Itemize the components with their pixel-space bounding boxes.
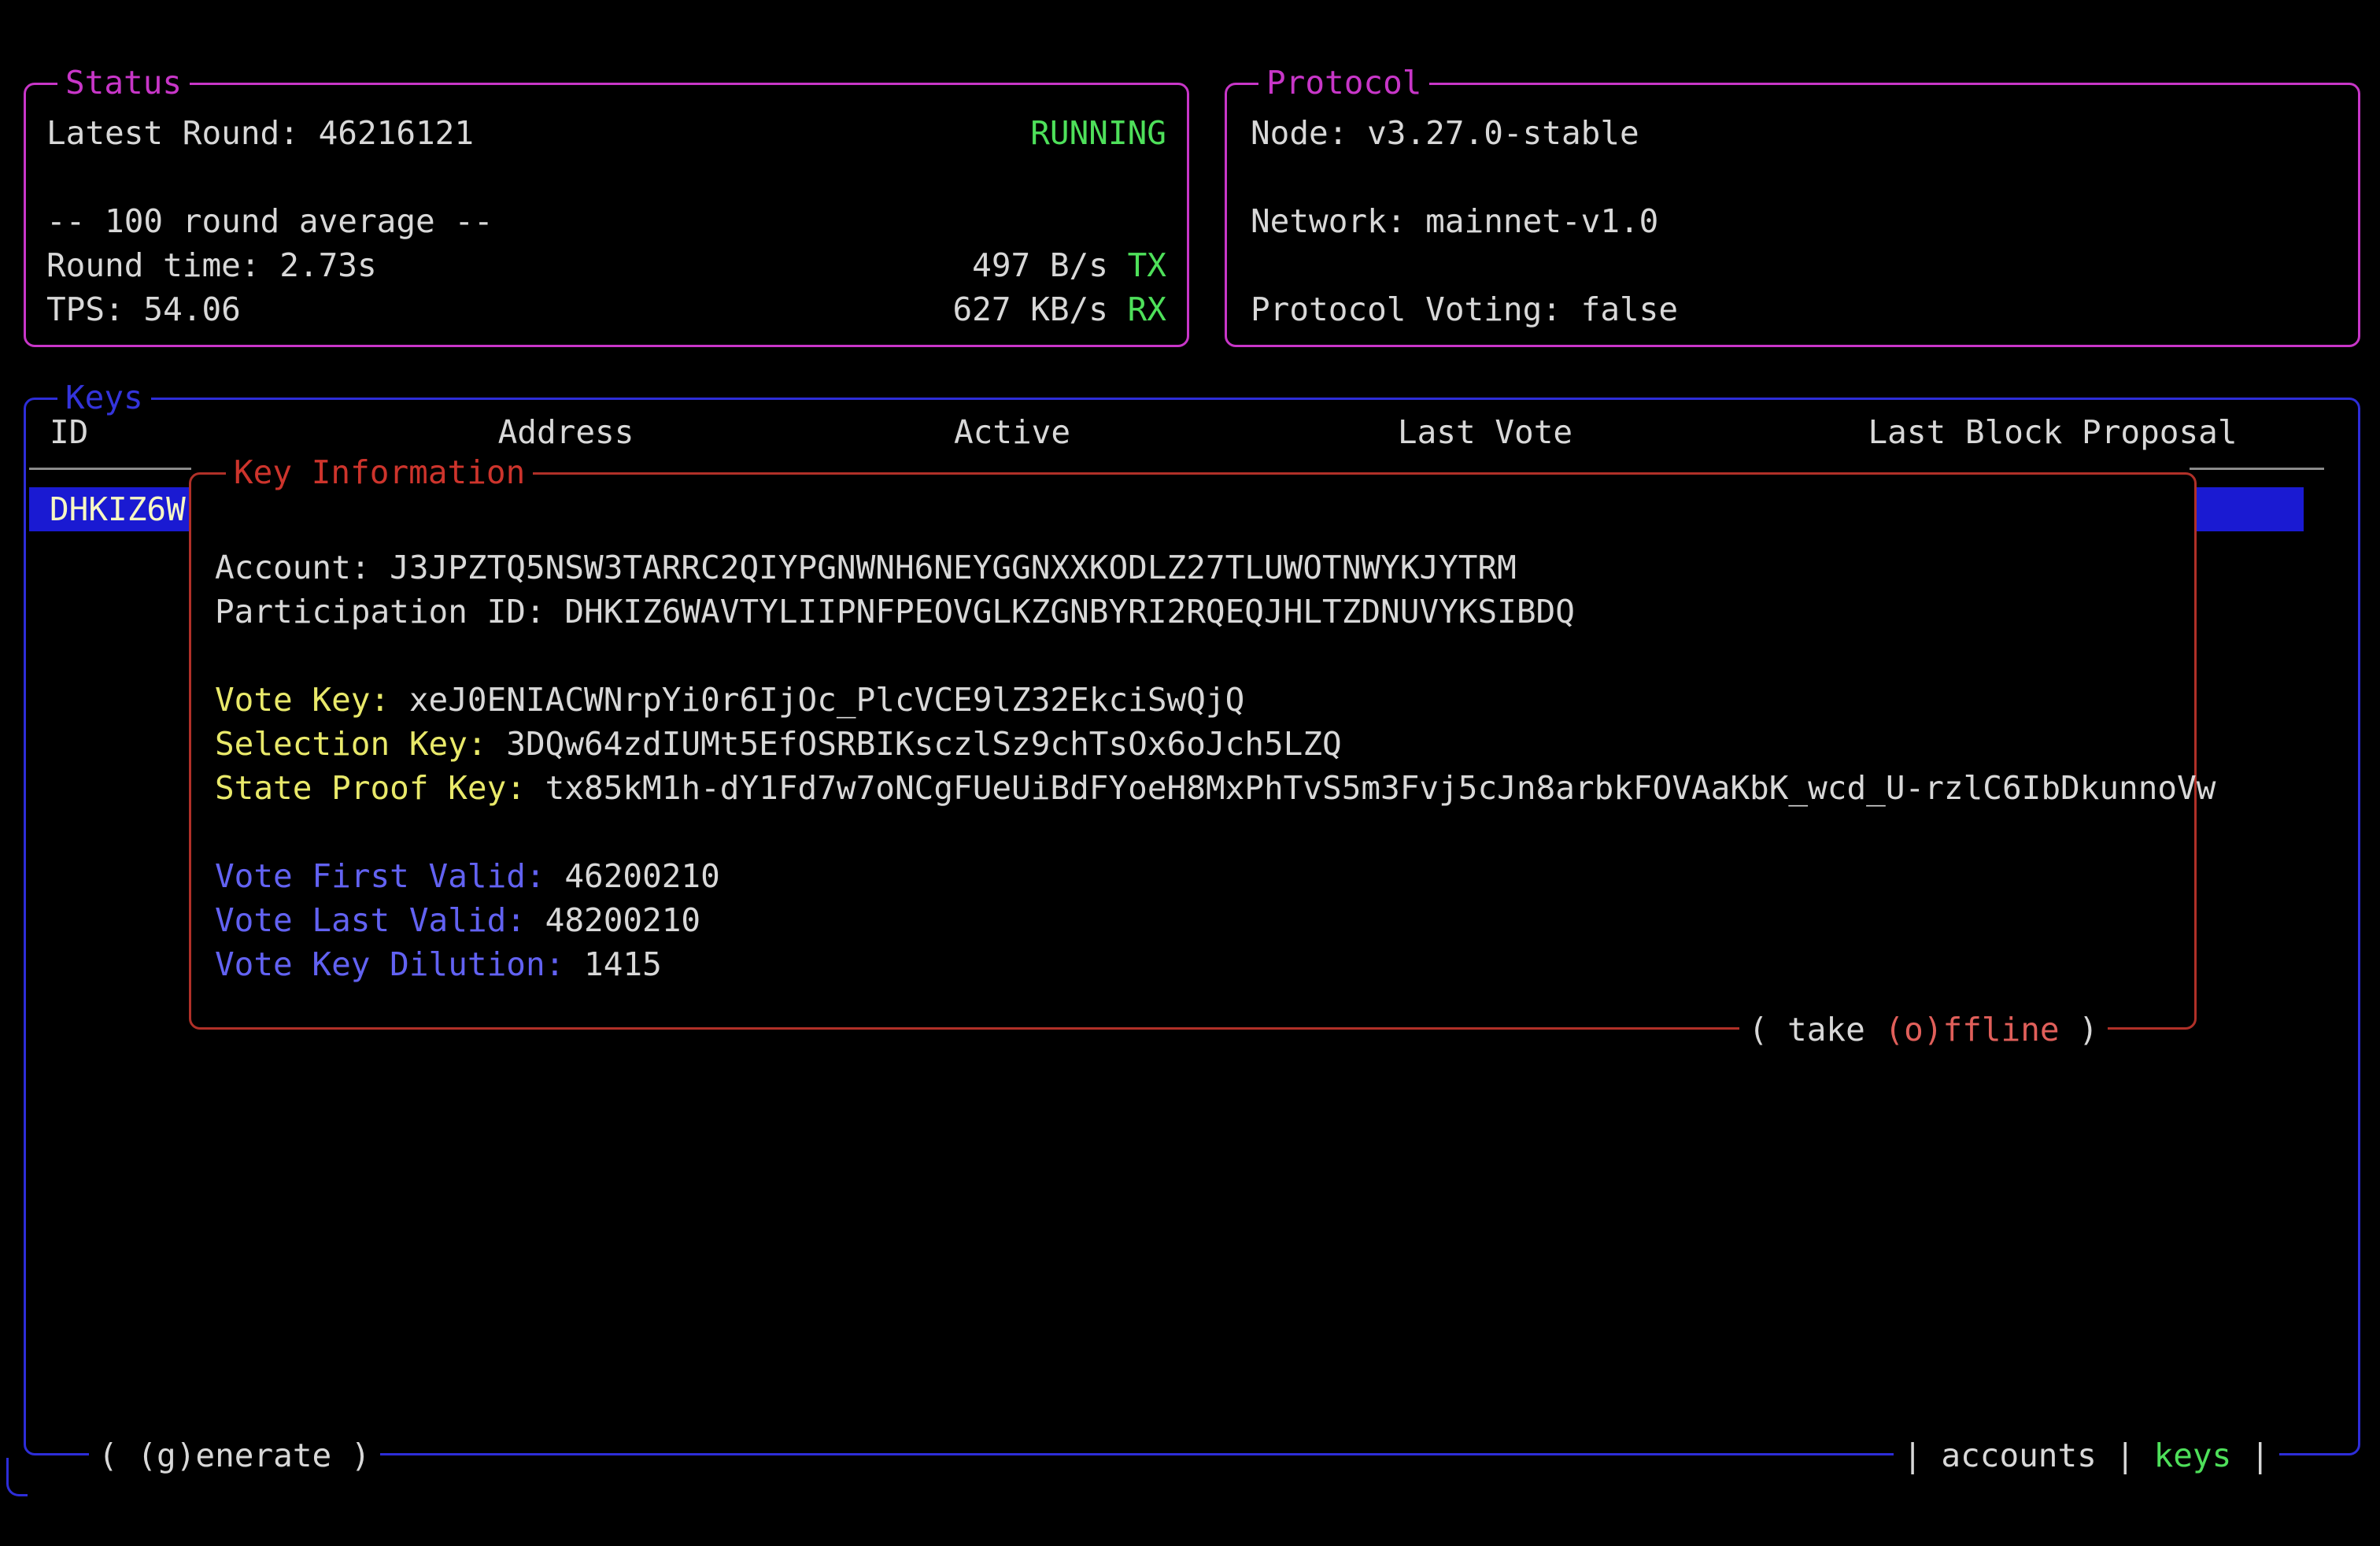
- account-line: Account: J3JPZTQ5NSW3TARRC2QIYPGNWNH6NEY…: [191, 546, 1517, 590]
- rx-rate-label: RX: [1128, 290, 1166, 328]
- protocol-panel-title: Protocol: [1258, 61, 1429, 105]
- take-offline-suffix: ): [2060, 1011, 2098, 1049]
- protocol-panel: Protocol Node: v3.27.0-stable Network: m…: [1225, 83, 2360, 347]
- protocol-voting-text: Protocol Voting: false: [1227, 287, 1678, 331]
- selection-key-value: 3DQw64zdIUMt5EfOSRBIKsczlSz9chTsOx6oJch5…: [506, 725, 1341, 763]
- selected-key-id: DHKIZ6W: [50, 487, 186, 531]
- tx-rate-value: 497 B/s: [972, 246, 1127, 284]
- node-state-badge: RUNNING: [1030, 111, 1166, 155]
- vote-first-valid-value: 46200210: [564, 857, 719, 895]
- rx-rate-value: 627 KB/s: [952, 290, 1127, 328]
- account-label: Account:: [215, 549, 370, 586]
- status-row-average-header: -- 100 round average --: [26, 199, 1187, 243]
- vote-first-valid-label: Vote First Valid:: [215, 857, 545, 895]
- state-proof-key-line: State Proof Key: tx85kM1h-dY1Fd7w7oNCgFU…: [191, 766, 2216, 810]
- selection-key-line: Selection Key: 3DQw64zdIUMt5EfOSRBIKsczl…: [191, 722, 1342, 766]
- round-average-header: -- 100 round average --: [46, 199, 493, 243]
- status-row-round-time: Round time: 2.73s 497 B/s TX: [26, 243, 1187, 287]
- key-information-dialog: Key Information Account: J3JPZTQ5NSW3TAR…: [189, 472, 2197, 1030]
- vote-key-dilution-label: Vote Key Dilution:: [215, 945, 564, 983]
- take-offline-button[interactable]: ( take (o)ffline ): [1739, 1008, 2108, 1052]
- keys-panel-corner-glyph: [6, 1458, 28, 1496]
- vote-last-valid-line: Vote Last Valid: 48200210: [191, 898, 700, 942]
- account-value: J3JPZTQ5NSW3TARRC2QIYPGNWNH6NEYGGNXXKODL…: [390, 549, 1517, 586]
- status-row-tps: TPS: 54.06 627 KB/s RX: [26, 287, 1187, 331]
- generate-button[interactable]: ( (g)enerate ): [89, 1433, 380, 1478]
- key-information-title: Key Information: [226, 450, 533, 494]
- tab-separator-left: |: [1903, 1433, 1923, 1478]
- column-header-active: Active: [954, 410, 1070, 454]
- tx-rate: 497 B/s TX: [972, 243, 1166, 287]
- vote-key-dilution-line: Vote Key Dilution: 1415: [191, 942, 662, 986]
- vote-first-valid-line: Vote First Valid: 46200210: [191, 854, 720, 898]
- round-time-text: Round time: 2.73s: [46, 243, 377, 287]
- tab-accounts[interactable]: accounts: [1922, 1433, 2115, 1478]
- column-header-id: ID: [50, 410, 88, 454]
- selection-key-label: Selection Key:: [215, 725, 487, 763]
- vote-last-valid-label: Vote Last Valid:: [215, 901, 526, 939]
- participation-id-line: Participation ID: DHKIZ6WAVTYLIIPNFPEOVG…: [191, 590, 1575, 634]
- vote-key-value: xeJ0ENIACWNrpYi0r6IjOc_PlcVCE9lZ32EkciSw…: [409, 681, 1244, 719]
- vote-key-line: Vote Key: xeJ0ENIACWNrpYi0r6IjOc_PlcVCE9…: [191, 678, 1244, 722]
- vote-last-valid-value: 48200210: [545, 901, 700, 939]
- status-panel: Status Latest Round: 46216121 RUNNING --…: [24, 83, 1189, 347]
- tab-separator-middle: |: [2116, 1433, 2135, 1478]
- latest-round-text: Latest Round: 46216121: [46, 111, 474, 155]
- status-panel-title: Status: [57, 61, 190, 105]
- tab-separator-right: |: [2250, 1433, 2270, 1478]
- tab-keys[interactable]: keys: [2135, 1433, 2251, 1478]
- column-header-last-vote: Last Vote: [1398, 410, 1572, 454]
- state-proof-key-value: tx85kM1h-dY1Fd7w7oNCgFUeUiBdFYoeH8MxPhTv…: [545, 769, 2216, 807]
- terminal-screen: Status Latest Round: 46216121 RUNNING --…: [0, 0, 2380, 1546]
- column-header-address: Address: [498, 410, 634, 454]
- state-proof-key-label: State Proof Key:: [215, 769, 526, 807]
- participation-id-label: Participation ID:: [215, 593, 545, 631]
- view-tabs: |accounts|keys|: [1894, 1433, 2279, 1478]
- tps-text: TPS: 54.06: [46, 287, 241, 331]
- node-version-text: Node: v3.27.0-stable: [1227, 111, 1639, 155]
- vote-key-dilution-value: 1415: [584, 945, 662, 983]
- tx-rate-label: TX: [1128, 246, 1166, 284]
- take-offline-hotkey: (o)ffline: [1884, 1011, 2059, 1049]
- vote-key-label: Vote Key:: [215, 681, 390, 719]
- take-offline-prefix: ( take: [1749, 1011, 1885, 1049]
- network-text: Network: mainnet-v1.0: [1227, 199, 1658, 243]
- status-row-latest-round: Latest Round: 46216121 RUNNING: [26, 111, 1187, 155]
- column-header-last-block-proposal: Last Block Proposal: [1868, 410, 2238, 454]
- participation-id-value: DHKIZ6WAVTYLIIPNFPEOVGLKZGNBYRI2RQEQJHLT…: [564, 593, 1575, 631]
- rx-rate: 627 KB/s RX: [952, 287, 1166, 331]
